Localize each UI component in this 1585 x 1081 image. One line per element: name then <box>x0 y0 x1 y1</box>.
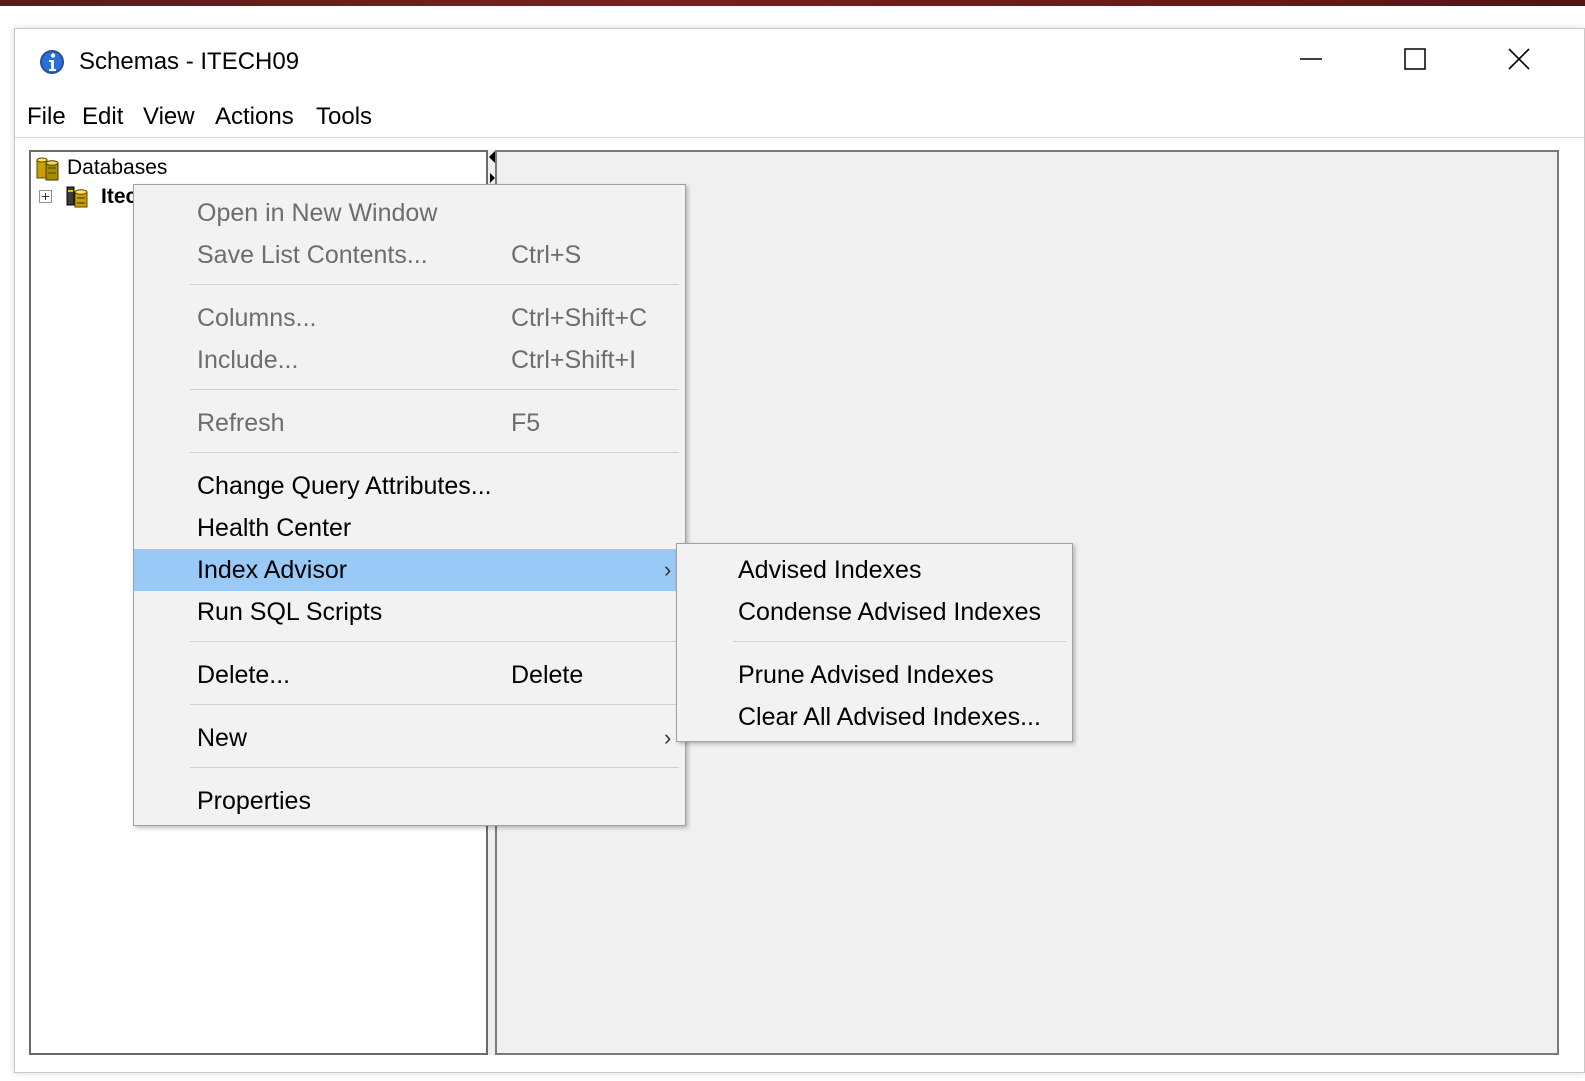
menu-item-label: Refresh <box>197 409 285 437</box>
menu-item-delete[interactable]: Delete... Delete <box>134 654 685 696</box>
menu-edit[interactable]: Edit <box>82 99 123 135</box>
menu-item-open-in-new-window[interactable]: Open in New Window <box>134 192 685 234</box>
window-title: Schemas - ITECH09 <box>79 48 300 75</box>
menu-item-columns[interactable]: Columns... Ctrl+Shift+C <box>134 297 685 339</box>
menu-item-label: Health Center <box>197 514 352 542</box>
menu-tools[interactable]: Tools <box>316 99 372 135</box>
menu-item-label: Columns... <box>197 304 317 332</box>
menu-bar: File Edit View Actions Tools <box>15 99 1584 135</box>
menu-item-properties[interactable]: Properties <box>134 780 685 822</box>
menu-item-shortcut: Ctrl+Shift+C <box>511 304 648 332</box>
menu-separator <box>190 389 679 390</box>
menu-item-label: Advised Indexes <box>738 556 922 584</box>
menu-item-label: Clear All Advised Indexes... <box>738 703 1041 731</box>
title-bar: Schemas - ITECH09 <box>15 29 1584 89</box>
menu-separator <box>190 704 679 705</box>
menu-item-refresh[interactable]: Refresh F5 <box>134 402 685 444</box>
menu-item-change-query-attributes[interactable]: Change Query Attributes... <box>134 465 685 507</box>
tree-system-label[interactable]: Itec <box>101 184 137 210</box>
menu-item-label: Condense Advised Indexes <box>738 598 1041 626</box>
chevron-right-icon: › <box>664 557 672 582</box>
menu-item-save-list-contents[interactable]: Save List Contents... Ctrl+S <box>134 234 685 276</box>
chevron-right-icon: › <box>664 725 672 750</box>
menu-item-shortcut: Delete <box>511 661 584 689</box>
menu-item-label: Include... <box>197 346 299 374</box>
submenu-item-condense-advised-indexes[interactable]: Condense Advised Indexes <box>677 591 1072 633</box>
tree-root-label[interactable]: Databases <box>67 155 167 181</box>
menu-separator <box>190 452 679 453</box>
menu-item-label: Change Query Attributes... <box>197 472 492 500</box>
menu-view[interactable]: View <box>143 99 195 135</box>
info-app-icon <box>40 50 64 74</box>
menu-actions[interactable]: Actions <box>215 99 294 135</box>
menu-item-shortcut: F5 <box>511 409 541 437</box>
menu-item-label: Open in New Window <box>197 199 438 227</box>
menu-file[interactable]: File <box>27 99 66 135</box>
menu-separator <box>190 641 679 642</box>
menu-separator <box>190 284 679 285</box>
menu-item-include[interactable]: Include... Ctrl+Shift+I <box>134 339 685 381</box>
maximize-icon <box>1404 48 1426 70</box>
close-icon <box>1508 48 1530 70</box>
menu-item-health-center[interactable]: Health Center <box>134 507 685 549</box>
maximize-button[interactable] <box>1363 29 1467 89</box>
desktop-background-strip <box>0 0 1585 6</box>
expand-icon[interactable] <box>39 190 52 203</box>
context-menu: Open in New Window Save List Contents...… <box>133 184 686 826</box>
menubar-divider <box>15 137 1584 138</box>
submenu-item-advised-indexes[interactable]: Advised Indexes <box>677 549 1072 591</box>
database-server-icon <box>66 186 88 208</box>
menu-item-run-sql-scripts[interactable]: Run SQL Scripts <box>134 591 685 633</box>
close-button[interactable] <box>1467 29 1571 89</box>
menu-item-label: Index Advisor <box>197 556 348 584</box>
minimize-icon <box>1300 58 1322 60</box>
menu-item-label: Delete... <box>197 661 291 689</box>
menu-item-new[interactable]: New › <box>134 717 685 759</box>
minimize-button[interactable] <box>1259 29 1363 89</box>
databases-icon <box>36 157 59 181</box>
menu-item-label: Prune Advised Indexes <box>738 661 994 689</box>
menu-separator <box>190 767 679 768</box>
menu-item-label: Properties <box>197 787 311 815</box>
submenu-item-prune-advised-indexes[interactable]: Prune Advised Indexes <box>677 654 1072 696</box>
menu-item-label: Save List Contents... <box>197 241 428 269</box>
menu-item-index-advisor[interactable]: Index Advisor › <box>134 549 685 591</box>
menu-item-label: New <box>197 724 248 752</box>
submenu-item-clear-all-advised-indexes[interactable]: Clear All Advised Indexes... <box>677 696 1072 738</box>
menu-item-label: Run SQL Scripts <box>197 598 383 626</box>
menu-separator <box>733 641 1066 642</box>
menu-item-shortcut: Ctrl+S <box>511 241 582 269</box>
index-advisor-submenu: Advised Indexes Condense Advised Indexes… <box>676 543 1073 742</box>
menu-item-shortcut: Ctrl+Shift+I <box>511 346 637 374</box>
